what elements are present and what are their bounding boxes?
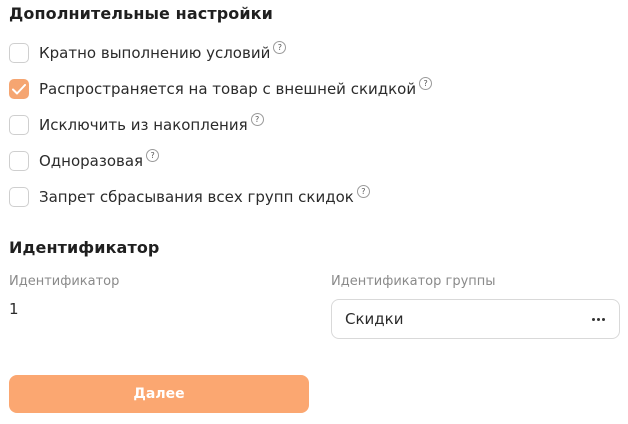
- next-button[interactable]: Далее: [9, 375, 309, 413]
- option-multiple-conditions[interactable]: Кратно выполнению условий ?: [9, 35, 432, 71]
- help-icon[interactable]: ?: [146, 148, 160, 162]
- checkmark-icon: [12, 83, 26, 94]
- option-label: Распространяется на товар с внешней скид…: [39, 80, 417, 98]
- option-external-discount[interactable]: Распространяется на товар с внешней скид…: [9, 71, 433, 107]
- more-dots-icon[interactable]: [592, 317, 605, 321]
- checkbox[interactable]: [9, 79, 29, 99]
- checkbox[interactable]: [9, 187, 29, 207]
- help-icon[interactable]: ?: [419, 76, 433, 90]
- option-label: Одноразовая: [39, 152, 144, 170]
- id-value: 1: [9, 300, 19, 318]
- group-id-label: Идентификатор группы: [331, 274, 496, 289]
- option-one-time[interactable]: Одноразовая ?: [9, 143, 432, 179]
- group-select[interactable]: Скидки: [331, 299, 620, 339]
- settings-title: Дополнительные настройки: [9, 4, 273, 23]
- id-label: Идентификатор: [9, 274, 120, 289]
- settings-options: Кратно выполнению условий ? Распространя…: [9, 35, 433, 215]
- option-label: Запрет сбрасывания всех групп скидок: [39, 188, 354, 206]
- identifier-title: Идентификатор: [9, 238, 160, 257]
- checkbox[interactable]: [9, 115, 29, 135]
- checkbox[interactable]: [9, 43, 29, 63]
- option-exclude-accumulation[interactable]: Исключить из накопления ?: [9, 107, 432, 143]
- option-forbid-reset-groups[interactable]: Запрет сбрасывания всех групп скидок ?: [9, 179, 432, 215]
- group-select-value: Скидки: [345, 310, 404, 328]
- option-label: Кратно выполнению условий: [39, 44, 271, 62]
- help-icon[interactable]: ?: [273, 40, 287, 54]
- help-icon[interactable]: ?: [356, 184, 370, 198]
- checkbox[interactable]: [9, 151, 29, 171]
- help-icon[interactable]: ?: [250, 112, 264, 126]
- option-label: Исключить из накопления: [39, 116, 248, 134]
